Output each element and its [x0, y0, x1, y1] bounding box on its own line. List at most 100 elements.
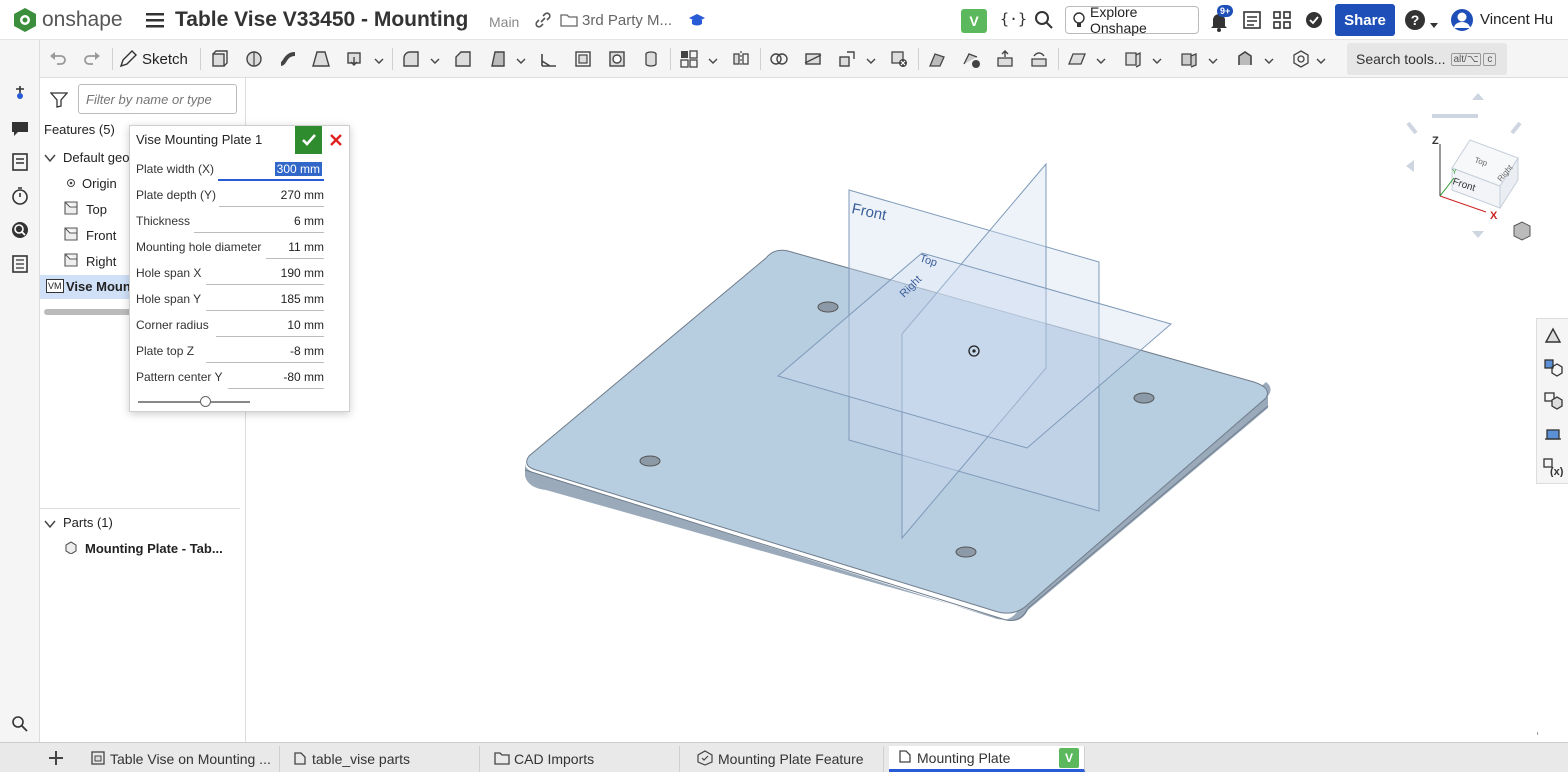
final-slider-track[interactable]: [138, 396, 250, 407]
sweep-icon[interactable]: [276, 47, 300, 71]
filter-input[interactable]: [78, 84, 237, 114]
chevron-down-icon[interactable]: [708, 54, 718, 64]
param-input[interactable]: 6 mm: [294, 214, 324, 228]
pattern-icon[interactable]: [677, 47, 701, 71]
analyze-icon[interactable]: [8, 218, 32, 242]
param-input[interactable]: -80 mm: [283, 370, 324, 384]
param-input[interactable]: 10 mm: [287, 318, 324, 332]
mirror-icon[interactable]: [729, 47, 753, 71]
split-icon[interactable]: [801, 47, 825, 71]
user-name[interactable]: Vincent Hu: [1480, 11, 1553, 28]
onshape-logo-icon[interactable]: [12, 7, 38, 33]
thicken-icon[interactable]: [343, 47, 367, 71]
tab-feature-studio[interactable]: Mounting Plate Feature: [688, 746, 884, 772]
tree-item-part[interactable]: Mounting Plate - Tab...: [64, 536, 223, 560]
delete-face-icon[interactable]: [959, 47, 983, 71]
chevron-down-icon[interactable]: [44, 517, 56, 529]
appearance-panel-icon[interactable]: [1538, 320, 1568, 350]
mounting-hole[interactable]: [639, 455, 661, 467]
surface-icon[interactable]: [1177, 47, 1201, 71]
chamfer-icon[interactable]: [451, 47, 475, 71]
extrude-icon[interactable]: [207, 47, 231, 71]
features-header[interactable]: Features (5): [44, 122, 115, 137]
tab-table-vise-parts[interactable]: table_vise parts: [284, 746, 480, 772]
add-tab-icon[interactable]: [46, 748, 66, 768]
tab-mounting-plate-active[interactable]: Mounting Plate V: [889, 746, 1085, 772]
confirm-button[interactable]: [295, 126, 322, 154]
rib-icon[interactable]: [537, 47, 561, 71]
branch-label[interactable]: Main: [489, 14, 519, 30]
move-face-icon[interactable]: [993, 47, 1017, 71]
param-plate-width[interactable]: Plate width (X) 300 mm: [136, 159, 324, 181]
tree-item-front-plane[interactable]: Front: [64, 223, 116, 247]
search-tools-button[interactable]: Search tools... alt/⌥ c: [1347, 43, 1507, 75]
modify-fillet-icon[interactable]: [925, 47, 949, 71]
shell-icon[interactable]: [571, 47, 595, 71]
view-options-icon[interactable]: [1513, 221, 1538, 241]
param-input[interactable]: 11 mm: [288, 240, 324, 254]
param-hole-span-y[interactable]: Hole span Y 185 mm: [136, 289, 324, 311]
tree-item-right-plane[interactable]: Right: [64, 249, 116, 273]
param-plate-depth[interactable]: Plate depth (Y) 270 mm: [136, 185, 324, 207]
chevron-down-icon[interactable]: [1316, 54, 1326, 64]
hole-icon[interactable]: [605, 47, 629, 71]
param-input[interactable]: 185 mm: [281, 292, 324, 306]
tree-item-top-plane[interactable]: Top: [64, 197, 107, 221]
chevron-down-icon[interactable]: [516, 54, 526, 64]
transform-icon[interactable]: [835, 47, 859, 71]
menu-icon[interactable]: [146, 12, 164, 28]
cancel-button[interactable]: [325, 130, 347, 150]
param-input[interactable]: -8 mm: [290, 344, 324, 358]
tab-cad-imports[interactable]: CAD Imports: [486, 746, 680, 772]
undo-icon[interactable]: [46, 47, 70, 71]
revolve-icon[interactable]: [242, 47, 266, 71]
fillet-icon[interactable]: [399, 47, 423, 71]
boolean-icon[interactable]: [767, 47, 791, 71]
cylinder-icon[interactable]: [639, 47, 663, 71]
chevron-down-icon[interactable]: [1152, 54, 1162, 64]
param-pattern-center-y[interactable]: Pattern center Y -80 mm: [136, 367, 324, 389]
sheet-metal-icon[interactable]: [1121, 47, 1145, 71]
zoom-search-icon[interactable]: [8, 712, 32, 736]
chevron-down-icon[interactable]: [1264, 54, 1274, 64]
plane-icon[interactable]: [1065, 47, 1089, 71]
chevron-down-icon[interactable]: [430, 54, 440, 64]
filter-icon[interactable]: [49, 92, 69, 108]
chevron-down-icon[interactable]: [1096, 54, 1106, 64]
share-button[interactable]: Share: [1335, 4, 1395, 36]
help-icon[interactable]: ?: [1405, 10, 1425, 30]
variable-table-icon[interactable]: [1538, 386, 1568, 416]
chevron-down-icon[interactable]: [374, 54, 384, 64]
parts-header[interactable]: Parts (1): [63, 515, 113, 530]
view-cube[interactable]: Top Front Right Z X Y: [1406, 93, 1538, 238]
param-plate-top-z[interactable]: Plate top Z -8 mm: [136, 341, 324, 363]
ai-assistant-icon[interactable]: [1304, 10, 1324, 30]
bom-list-icon[interactable]: [8, 252, 32, 276]
mounting-hole[interactable]: [817, 301, 839, 313]
education-cap-icon[interactable]: [688, 12, 706, 28]
chevron-down-icon[interactable]: [44, 151, 56, 163]
search-icon[interactable]: [1034, 10, 1054, 30]
configurations-icon[interactable]: [1538, 353, 1568, 383]
replace-face-icon[interactable]: [1027, 47, 1051, 71]
code-braces-icon[interactable]: {·}: [1000, 10, 1027, 32]
param-input-selected[interactable]: 300 mm: [274, 162, 322, 176]
redo-icon[interactable]: [80, 47, 104, 71]
history-timer-icon[interactable]: [8, 184, 32, 208]
user-avatar-icon[interactable]: [1450, 8, 1474, 32]
graphics-viewport[interactable]: Front Top Right Top Front Right Z X Y: [246, 78, 1538, 742]
param-hole-diameter[interactable]: Mounting hole diameter 11 mm: [136, 237, 324, 259]
param-input[interactable]: 190 mm: [281, 266, 324, 280]
version-badge[interactable]: V: [961, 9, 987, 33]
param-corner-radius[interactable]: Corner radius 10 mm: [136, 315, 324, 337]
default-geometry-folder[interactable]: Default geo: [63, 150, 130, 165]
mounting-hole[interactable]: [1133, 392, 1155, 404]
frame-icon[interactable]: [1233, 47, 1257, 71]
draft-icon[interactable]: [486, 47, 510, 71]
param-hole-span-x[interactable]: Hole span X 190 mm: [136, 263, 324, 285]
loft-icon[interactable]: [309, 47, 333, 71]
final-slider-knob[interactable]: [200, 396, 212, 407]
param-input[interactable]: 270 mm: [281, 188, 324, 202]
named-views-icon[interactable]: [1538, 419, 1568, 449]
document-title[interactable]: Table Vise V33450 - Mounting: [175, 8, 468, 32]
